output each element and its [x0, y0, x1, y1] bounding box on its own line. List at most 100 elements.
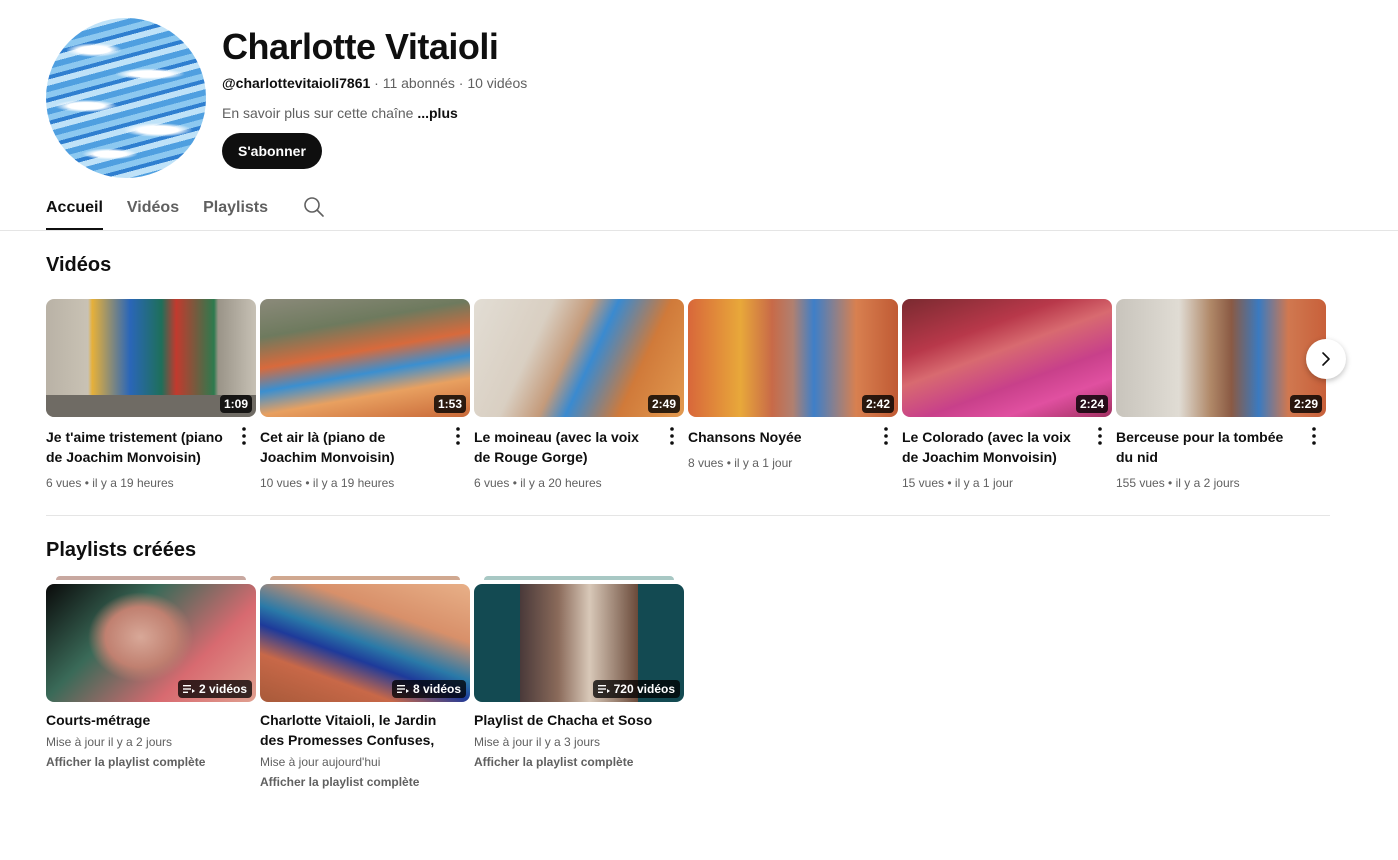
- channel-description-text: En savoir plus sur cette chaîne: [222, 105, 414, 121]
- video-duration: 1:53: [433, 395, 466, 413]
- video-meta: 6 vues • il y a 19 heures: [46, 476, 174, 490]
- video-thumbnail[interactable]: 2:29: [1116, 299, 1326, 417]
- playlist-stack: [56, 576, 246, 580]
- more-vert-icon[interactable]: [662, 425, 682, 447]
- video-views: 6 vues: [474, 476, 510, 490]
- more-vert-icon[interactable]: [1090, 425, 1110, 447]
- playlist-icon: [182, 685, 195, 693]
- playlist-icon: [396, 685, 409, 693]
- tab-videos[interactable]: Vidéos: [127, 187, 179, 230]
- channel-description[interactable]: En savoir plus sur cette chaîne ...plus: [222, 105, 458, 121]
- playlist-thumbnail[interactable]: 720 vidéos: [474, 584, 684, 702]
- playlist-count-text: 2 vidéos: [198, 682, 247, 696]
- more-link[interactable]: ...plus: [417, 105, 457, 121]
- shelf-next-button[interactable]: [1306, 339, 1346, 379]
- subscriber-count: 11 abonnés: [382, 75, 455, 91]
- playlist-updated: Mise à jour aujourd'hui: [260, 755, 381, 769]
- video-views: 10 vues: [260, 476, 303, 490]
- video-thumbnail[interactable]: 2:24: [902, 299, 1112, 417]
- video-views: 15 vues: [902, 476, 945, 490]
- view-full-playlist-link[interactable]: Afficher la playlist complète: [260, 775, 419, 789]
- meta-separator: •: [84, 476, 89, 490]
- shelf-divider: [46, 515, 1330, 516]
- video-age: il y a 20 heures: [520, 476, 602, 490]
- video-views: 155 vues: [1116, 476, 1165, 490]
- video-title[interactable]: Le moineau (avec la voix de Rouge Gorge): [474, 427, 654, 467]
- channel-meta: @charlottevitaioli7861 · 11 abonnés · 10…: [222, 75, 527, 91]
- channel-header: Charlotte Vitaioli @charlottevitaioli786…: [46, 18, 1346, 183]
- video-age: il y a 1 jour: [734, 456, 793, 470]
- view-full-playlist-link[interactable]: Afficher la playlist complète: [474, 755, 633, 769]
- playlist-thumbnail[interactable]: 8 vidéos: [260, 584, 470, 702]
- tab-playlists[interactable]: Playlists: [203, 187, 268, 230]
- video-age: il y a 19 heures: [312, 476, 395, 490]
- channel-name: Charlotte Vitaioli: [222, 26, 499, 67]
- video-meta: 10 vues • il y a 19 heures: [260, 476, 394, 490]
- meta-separator: •: [1168, 476, 1173, 490]
- tabs-divider: [0, 230, 1398, 231]
- video-card[interactable]: 2:24 Le Colorado (avec la voix de Joachi…: [902, 299, 1112, 490]
- video-duration: 2:24: [1075, 395, 1108, 413]
- playlist-count-text: 720 vidéos: [613, 682, 675, 696]
- video-meta: 15 vues • il y a 1 jour: [902, 476, 1013, 490]
- video-thumbnail[interactable]: 2:49: [474, 299, 684, 417]
- playlist-icon: [597, 685, 610, 693]
- video-card[interactable]: 1:09 Je t'aime tristement (piano de Joac…: [46, 299, 256, 490]
- playlist-stack: [270, 576, 460, 580]
- playlist-updated: Mise à jour il y a 2 jours: [46, 735, 173, 749]
- video-title[interactable]: Le Colorado (avec la voix de Joachim Mon…: [902, 427, 1082, 467]
- channel-tabs: Accueil Vidéos Playlists: [46, 187, 326, 230]
- video-thumbnail[interactable]: 1:53: [260, 299, 470, 417]
- video-card[interactable]: 2:49 Le moineau (avec la voix de Rouge G…: [474, 299, 684, 490]
- video-title[interactable]: Berceuse pour la tombée du nid: [1116, 427, 1296, 467]
- meta-separator: •: [512, 476, 517, 490]
- video-age: il y a 2 jours: [1175, 476, 1240, 490]
- playlist-video-count: 2 vidéos: [177, 680, 252, 698]
- video-meta: 6 vues • il y a 20 heures: [474, 476, 602, 490]
- video-duration: 1:09: [219, 395, 252, 413]
- meta-separator: •: [305, 476, 310, 490]
- playlist-video-count: 720 vidéos: [592, 680, 680, 698]
- video-views: 8 vues: [688, 456, 724, 470]
- videos-shelf: 1:09 Je t'aime tristement (piano de Joac…: [46, 299, 1336, 499]
- subscribe-button[interactable]: S'abonner: [222, 133, 322, 169]
- video-title[interactable]: Je t'aime tristement (piano de Joachim M…: [46, 427, 226, 467]
- view-full-playlist-link[interactable]: Afficher la playlist complète: [46, 755, 205, 769]
- video-thumbnail[interactable]: 1:09: [46, 299, 256, 417]
- video-title[interactable]: Cet air là (piano de Joachim Monvoisin): [260, 427, 440, 467]
- video-duration: 2:49: [647, 395, 680, 413]
- playlist-title[interactable]: Courts-métrage: [46, 710, 246, 730]
- playlist-video-count: 8 vidéos: [391, 680, 466, 698]
- video-duration: 2:42: [861, 395, 894, 413]
- video-card[interactable]: 2:29 Berceuse pour la tombée du nid 155 …: [1116, 299, 1326, 490]
- playlist-title[interactable]: Charlotte Vitaioli, le Jardin des Promes…: [260, 710, 460, 750]
- video-meta: 155 vues • il y a 2 jours: [1116, 476, 1240, 490]
- channel-video-count: 10 vidéos: [467, 75, 528, 91]
- more-vert-icon[interactable]: [448, 425, 468, 447]
- videos-shelf-title[interactable]: Vidéos: [46, 254, 111, 277]
- more-vert-icon[interactable]: [234, 425, 254, 447]
- tab-home[interactable]: Accueil: [46, 187, 103, 230]
- playlist-updated: Mise à jour il y a 3 jours: [474, 735, 601, 749]
- playlist-title[interactable]: Playlist de Chacha et Soso: [474, 710, 674, 730]
- meta-separator: •: [947, 476, 952, 490]
- playlist-thumbnail[interactable]: 2 vidéos: [46, 584, 256, 702]
- video-card[interactable]: 1:53 Cet air là (piano de Joachim Monvoi…: [260, 299, 470, 490]
- video-title[interactable]: Chansons Noyée: [688, 427, 868, 447]
- video-meta: 8 vues • il y a 1 jour: [688, 456, 792, 470]
- playlist-count-text: 8 vidéos: [412, 682, 461, 696]
- search-icon[interactable]: [302, 195, 326, 219]
- meta-separator: ·: [374, 75, 379, 91]
- video-age: il y a 1 jour: [954, 476, 1013, 490]
- video-views: 6 vues: [46, 476, 82, 490]
- more-vert-icon[interactable]: [1304, 425, 1324, 447]
- channel-avatar[interactable]: [46, 18, 206, 178]
- playlists-shelf: 2 vidéos Courts-métrage Mise à jour il y…: [46, 576, 746, 796]
- video-card[interactable]: 2:42 Chansons Noyée 8 vues • il y a 1 jo…: [688, 299, 898, 470]
- meta-separator: •: [726, 456, 731, 470]
- video-age: il y a 19 heures: [92, 476, 174, 490]
- video-duration: 2:29: [1289, 395, 1322, 413]
- more-vert-icon[interactable]: [876, 425, 896, 447]
- video-thumbnail[interactable]: 2:42: [688, 299, 898, 417]
- chevron-right-icon: [1322, 352, 1330, 366]
